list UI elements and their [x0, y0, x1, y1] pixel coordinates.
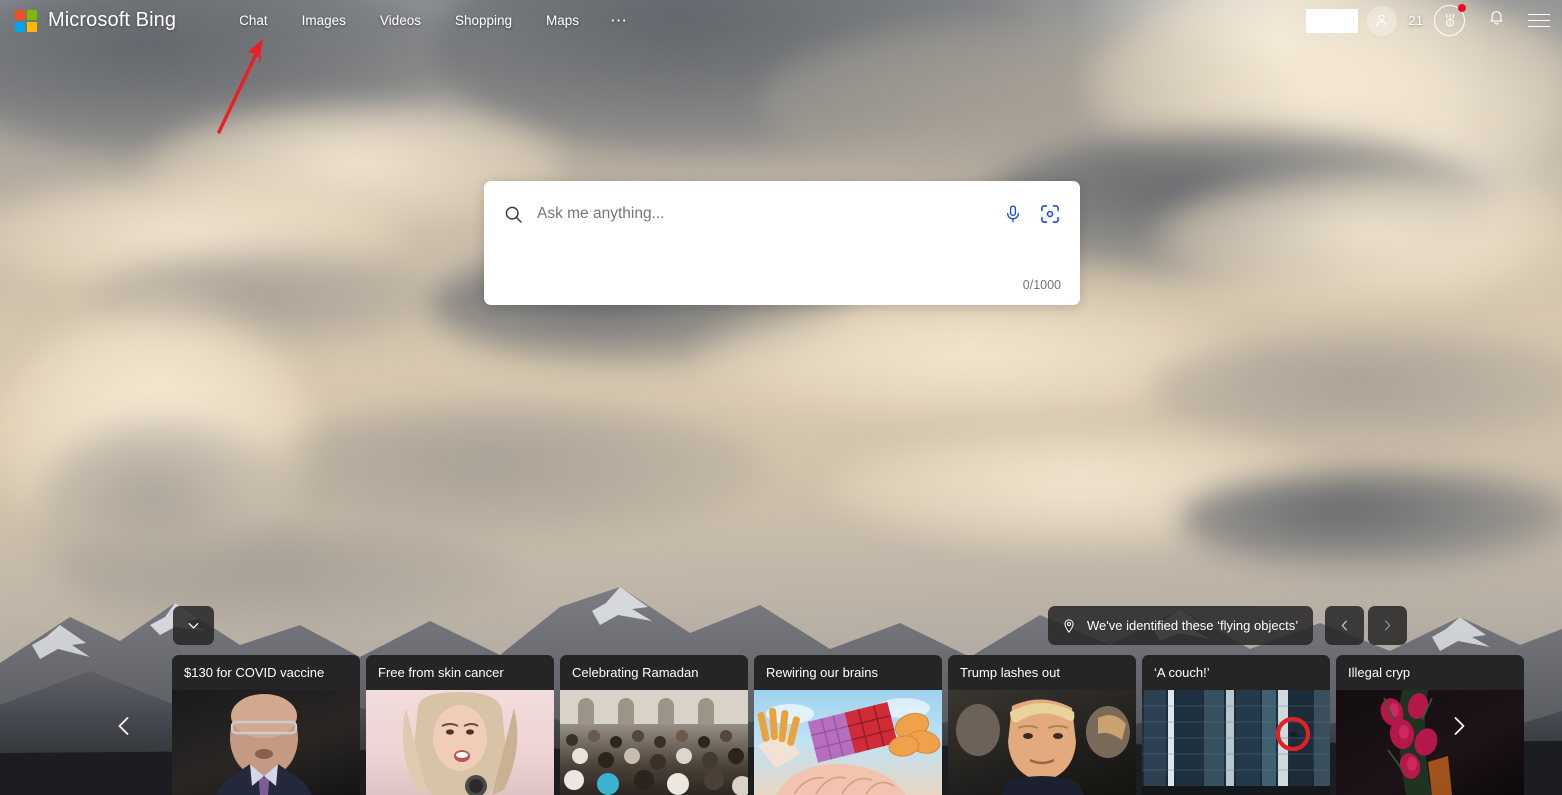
location-pin-icon [1064, 618, 1074, 633]
cards-scroll-left-button[interactable] [101, 703, 147, 749]
search-input[interactable] [537, 205, 993, 223]
search-row [484, 181, 1080, 231]
chevron-right-icon [1454, 717, 1465, 735]
nav-item-videos[interactable]: Videos [363, 7, 438, 34]
news-card-title: Illegal cryp [1348, 665, 1411, 680]
person-icon [1376, 14, 1387, 26]
cards-scroll-right-button[interactable] [1436, 703, 1482, 749]
chevron-right-icon [1385, 620, 1391, 631]
news-card[interactable]: Trump lashes out [948, 655, 1136, 795]
search-action-icons [993, 203, 1061, 225]
nav-more-icon[interactable]: ⋯ [596, 12, 643, 29]
news-card-header: $130 for COVID vaccine [172, 655, 360, 690]
news-card-title: Trump lashes out [960, 665, 1060, 680]
news-card-thumbnail [1142, 690, 1330, 795]
image-next-button[interactable] [1368, 606, 1407, 645]
news-card-title: Rewiring our brains [766, 665, 878, 680]
main-navigation: Chat Images Videos Shopping Maps ⋯ [222, 7, 643, 34]
news-card-thumbnail [1336, 690, 1524, 795]
news-card-header: Free from skin cancer [366, 655, 554, 690]
news-card-title: Free from skin cancer [378, 665, 504, 680]
news-card-title: Celebrating Ramadan [572, 665, 699, 680]
cloud [250, 400, 770, 540]
news-card-header: ‘A couch!’ [1142, 655, 1330, 690]
news-card-header: Illegal cryp [1336, 655, 1524, 690]
header-right-actions: 21 [1305, 4, 1562, 36]
news-card-thumbnail [948, 690, 1136, 795]
rewards-points[interactable]: 21 [1409, 13, 1423, 28]
news-card-header: Trump lashes out [948, 655, 1136, 690]
rewards-medal-icon[interactable] [1434, 4, 1466, 36]
username-field[interactable] [1305, 8, 1358, 33]
news-card-header: Celebrating Ramadan [560, 655, 748, 690]
character-counter: 0/1000 [1022, 278, 1061, 292]
top-header: Microsoft Bing Chat Images Videos Shoppi… [0, 0, 1562, 41]
notification-dot [1458, 4, 1466, 12]
news-card[interactable]: $130 for COVID vaccine [172, 655, 360, 795]
news-card-title: ‘A couch!’ [1154, 665, 1210, 680]
news-card[interactable]: Free from skin cancer [366, 655, 554, 795]
news-card-thumbnail [172, 690, 360, 795]
news-card[interactable]: Illegal cryp [1336, 655, 1524, 795]
brand-logo[interactable]: Microsoft Bing [15, 9, 176, 32]
nav-item-images[interactable]: Images [285, 7, 363, 34]
nav-item-maps[interactable]: Maps [529, 7, 596, 34]
hamburger-menu-icon[interactable] [1528, 13, 1550, 28]
news-card-thumbnail [754, 690, 942, 795]
search-icon[interactable] [503, 204, 524, 225]
news-card-thumbnail [560, 690, 748, 795]
news-card-thumbnail [366, 690, 554, 795]
search-box[interactable]: 0/1000 [484, 181, 1080, 305]
news-card[interactable]: Rewiring our brains [754, 655, 942, 795]
avatar[interactable] [1366, 5, 1397, 36]
news-card-strip: $130 for COVID vaccine Free from skin ca… [0, 655, 1562, 795]
brand-name: Microsoft Bing [48, 9, 177, 31]
chevron-left-icon [118, 717, 129, 735]
visual-search-icon[interactable] [1039, 203, 1061, 225]
collapse-feed-button[interactable] [173, 606, 214, 645]
microsoft-logo-icon [15, 9, 37, 32]
news-card-header: Rewiring our brains [754, 655, 942, 690]
location-badge-text: We've identified these ‘flying objects’ [1087, 618, 1299, 633]
news-card[interactable]: Celebrating Ramadan [560, 655, 748, 795]
chevron-down-icon [188, 623, 199, 629]
bell-icon[interactable] [1487, 9, 1506, 33]
location-badge[interactable]: We've identified these ‘flying objects’ [1048, 606, 1314, 645]
image-prev-button[interactable] [1325, 606, 1364, 645]
chevron-left-icon [1341, 620, 1347, 631]
nav-item-chat[interactable]: Chat [222, 7, 285, 34]
microphone-icon[interactable] [1003, 204, 1023, 224]
nav-item-shopping[interactable]: Shopping [438, 7, 529, 34]
news-card-title: $130 for COVID vaccine [184, 665, 325, 680]
news-card[interactable]: ‘A couch!’ [1142, 655, 1330, 795]
